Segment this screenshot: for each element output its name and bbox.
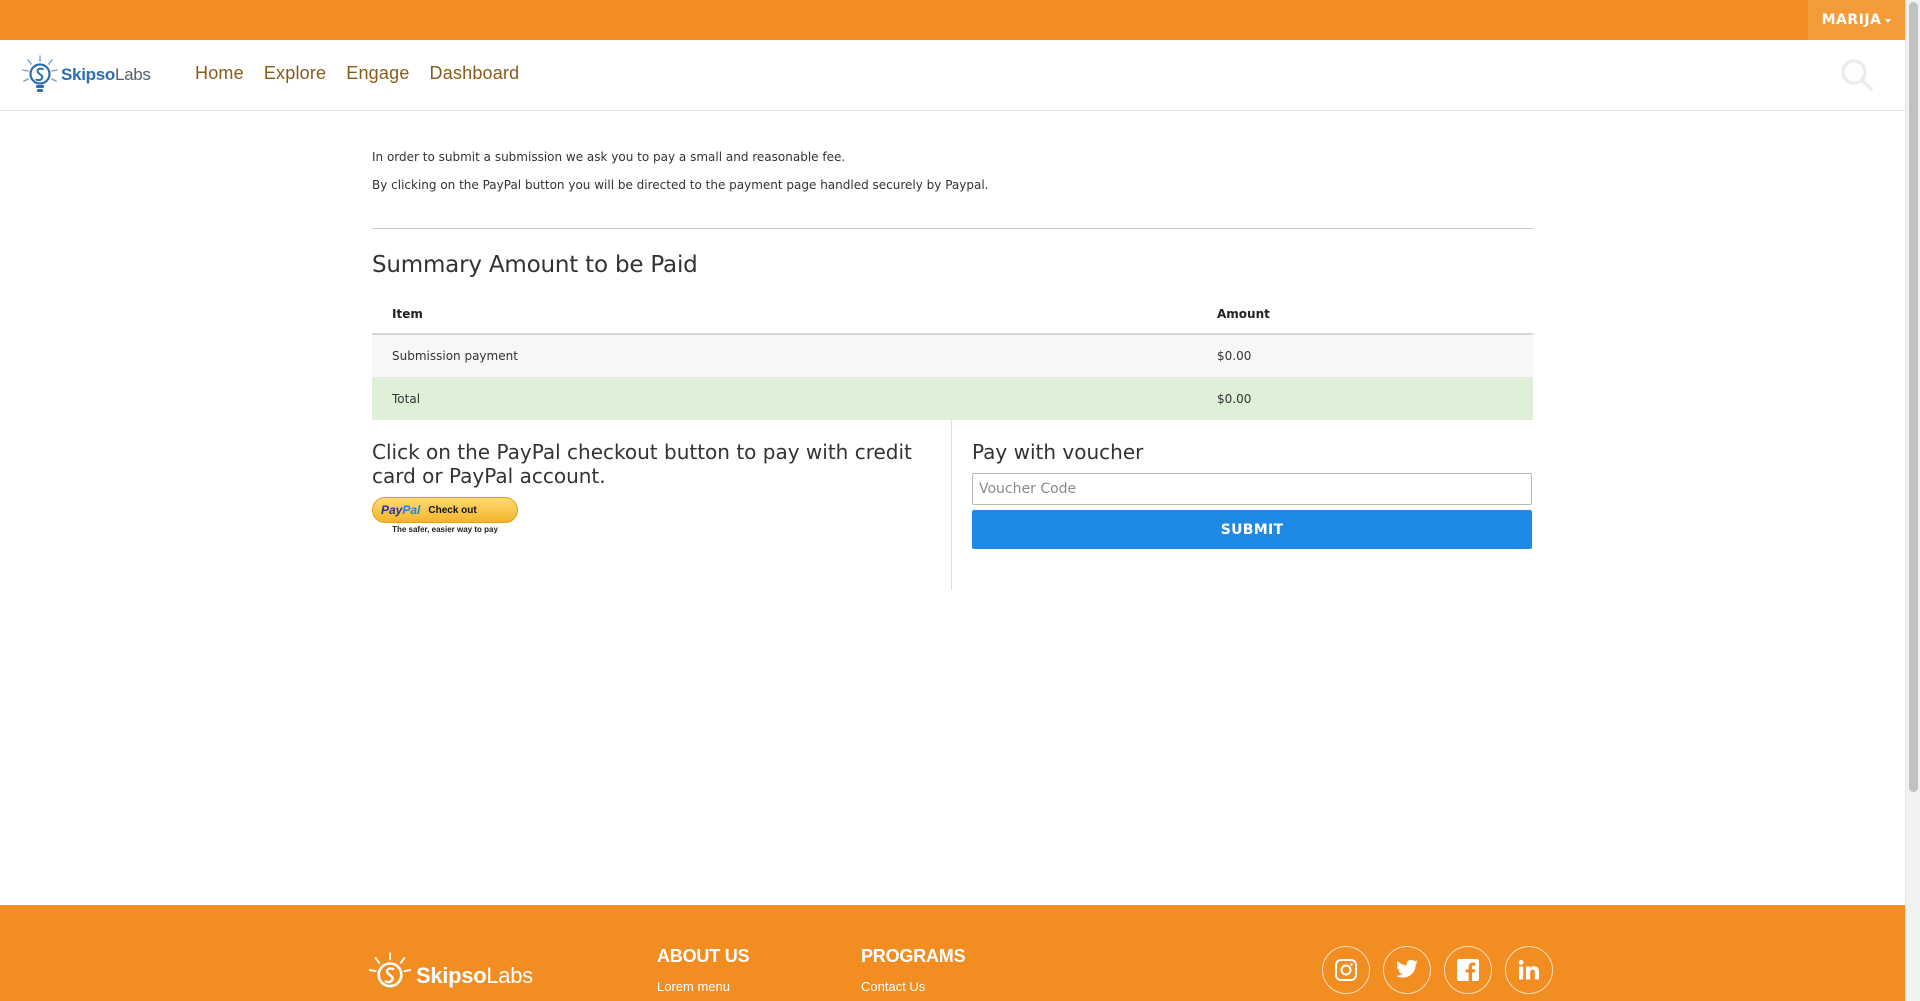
column-header-item: Item (372, 294, 1197, 335)
paypal-logo-pay: Pay (381, 503, 403, 517)
footer-about-title: ABOUT US (657, 946, 750, 966)
footer-contact-link[interactable]: Contact Us (861, 979, 965, 994)
search-button[interactable] (1839, 57, 1875, 93)
voucher-submit-button[interactable]: SUBMIT (972, 510, 1532, 549)
nav-engage[interactable]: Engage (346, 63, 409, 84)
nav-dashboard[interactable]: Dashboard (430, 63, 520, 84)
table-header-row: Item Amount (372, 294, 1533, 335)
footer-logo-suffix: Labs (486, 963, 533, 988)
voucher-section: Pay with voucher SUBMIT (952, 420, 1533, 590)
voucher-heading: Pay with voucher (972, 440, 1144, 464)
paypal-pill: PayPal Check out (372, 497, 518, 523)
footer-about: ABOUT US Lorem menu (657, 946, 750, 994)
column-header-amount: Amount (1197, 294, 1533, 335)
scrollbar-thumb[interactable] (1909, 2, 1918, 792)
footer-programs-title: PROGRAMS (861, 946, 966, 966)
twitter-link[interactable] (1383, 946, 1431, 994)
summary-title: Summary Amount to be Paid (372, 252, 698, 278)
payment-page: In order to submit a submission we ask y… (372, 111, 1533, 590)
footer-logo-brand: Skipso (416, 963, 487, 988)
footer-logo[interactable]: SkipsoLabs (368, 951, 533, 1001)
social-links (1322, 946, 1553, 994)
twitter-icon (1396, 959, 1418, 978)
paypal-tagline: The safer, easier way to pay (392, 525, 498, 534)
table-row: Submission payment $0.00 (372, 334, 1533, 378)
instagram-icon (1335, 959, 1357, 981)
lightbulb-logo-icon (368, 952, 412, 988)
search-icon (1841, 59, 1873, 91)
summary-table: Item Amount Submission payment $0.00 Tot… (372, 294, 1533, 420)
footer: SkipsoLabs ABOUT US Lorem menu PROGRAMS … (0, 905, 1905, 1001)
nav-explore[interactable]: Explore (264, 63, 326, 84)
page-scrollbar[interactable] (1905, 0, 1920, 1001)
total-amount: $0.00 (1197, 377, 1533, 420)
footer-logo-text: SkipsoLabs (416, 963, 533, 989)
intro-line-1: In order to submit a submission we ask y… (372, 150, 846, 164)
paypal-logo: PayPal (381, 503, 420, 517)
paypal-checkout-label: Check out (428, 504, 477, 516)
user-name: MARIJA (1821, 12, 1882, 28)
paypal-checkout-button[interactable]: PayPal Check out The safer, easier way t… (372, 497, 518, 534)
user-menu[interactable]: MARIJA (1808, 0, 1905, 40)
intro-text: In order to submit a submission we ask y… (372, 111, 1533, 199)
logo[interactable]: SkipsoLabs (22, 54, 151, 96)
paypal-heading: Click on the PayPal checkout button to p… (372, 440, 912, 488)
voucher-code-input[interactable] (972, 473, 1532, 505)
navbar: SkipsoLabs Home Explore Engage Dashboard (0, 40, 1905, 111)
linkedin-icon (1518, 960, 1539, 980)
logo-brand: Skipso (61, 65, 115, 84)
top-bar: MARIJA (0, 0, 1905, 40)
caret-down-icon (1885, 18, 1892, 23)
main-nav: Home Explore Engage Dashboard (195, 63, 519, 84)
footer-about-link[interactable]: Lorem menu (657, 979, 749, 994)
logo-text: SkipsoLabs (61, 65, 151, 85)
lightbulb-logo-icon (22, 55, 58, 92)
intro-line-2: By clicking on the PayPal button you wil… (372, 178, 989, 192)
paypal-section: Click on the PayPal checkout button to p… (372, 420, 952, 590)
divider (372, 228, 1533, 229)
instagram-link[interactable] (1322, 946, 1370, 994)
row-amount: $0.00 (1197, 334, 1533, 378)
facebook-icon (1457, 959, 1479, 981)
footer-programs: PROGRAMS Contact Us (861, 946, 966, 994)
logo-suffix: Labs (114, 65, 151, 84)
total-label: Total (372, 377, 1197, 420)
nav-home[interactable]: Home (195, 63, 244, 84)
linkedin-link[interactable] (1505, 946, 1553, 994)
total-row: Total $0.00 (372, 377, 1533, 420)
payment-options: Click on the PayPal checkout button to p… (372, 420, 1533, 590)
row-item: Submission payment (372, 334, 1197, 378)
facebook-link[interactable] (1444, 946, 1492, 994)
paypal-logo-pal: Pal (402, 503, 421, 517)
